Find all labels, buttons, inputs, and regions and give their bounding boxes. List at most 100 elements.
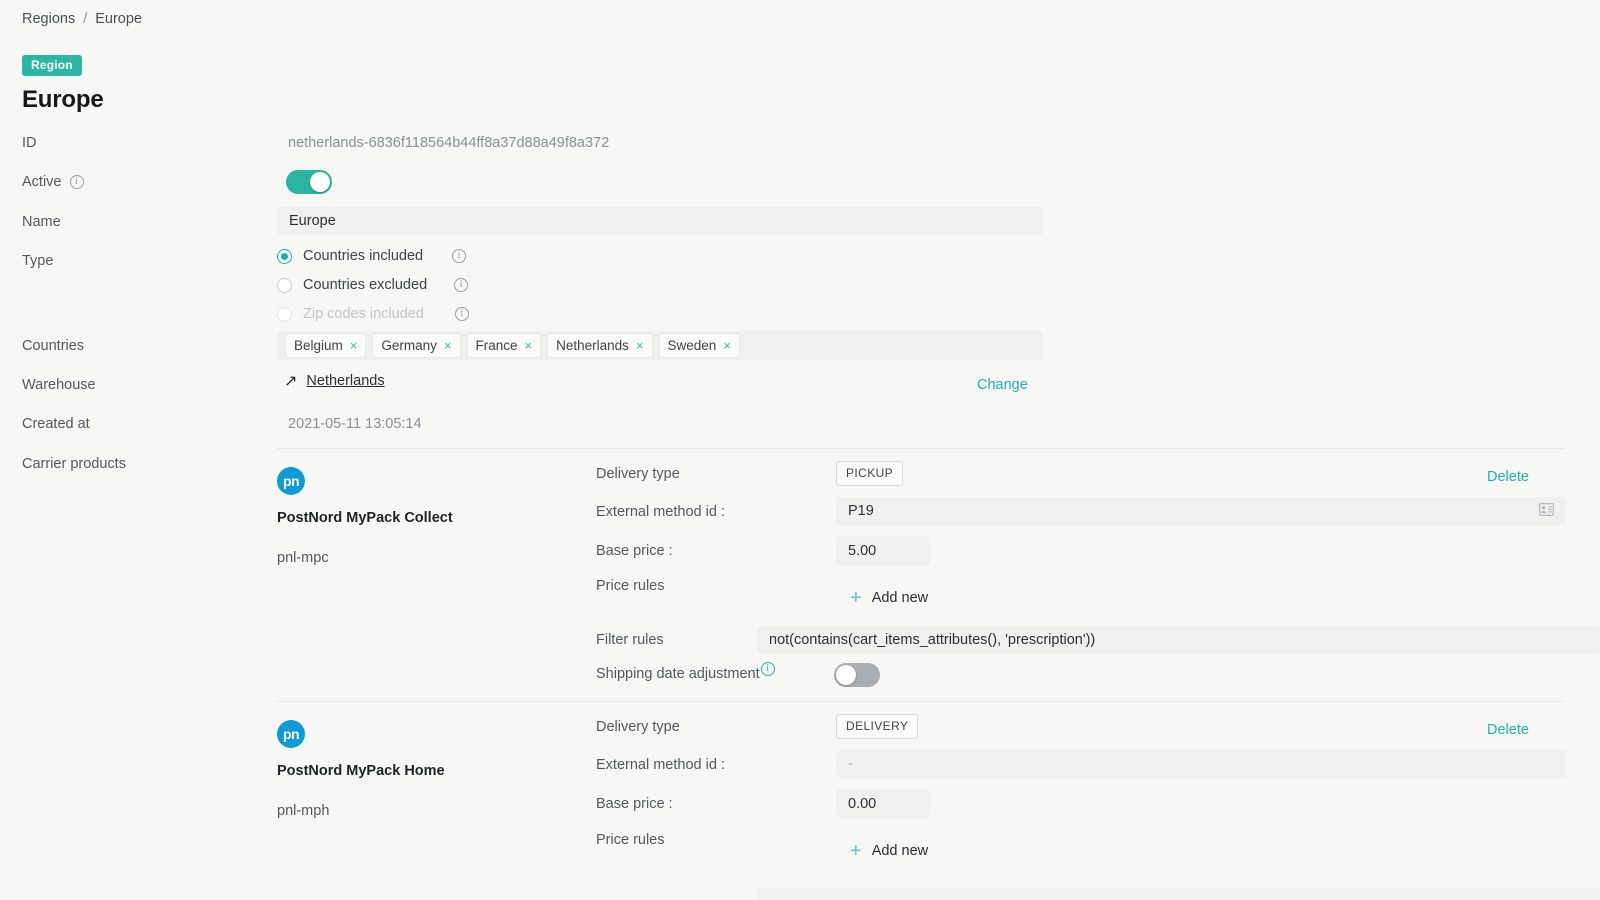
chip-sweden[interactable]: Sweden × xyxy=(659,333,740,358)
label-warehouse: Warehouse xyxy=(22,377,96,393)
info-icon-countries-included[interactable]: i xyxy=(452,249,466,263)
label-base-price-2: Base price : xyxy=(596,796,673,812)
chip-netherlands[interactable]: Netherlands × xyxy=(547,333,652,358)
breadcrumb: Regions / Europe xyxy=(22,11,142,27)
chip-remove-icon-france[interactable]: × xyxy=(525,338,533,353)
label-active-text: Active xyxy=(22,174,62,190)
address-card-icon-1[interactable] xyxy=(1539,503,1554,520)
info-icon-active[interactable]: i xyxy=(70,175,84,189)
label-delivery-type-2: Delivery type xyxy=(596,719,680,735)
radio-label-countries-excluded: Countries excluded xyxy=(303,277,427,293)
name-input[interactable]: Europe xyxy=(277,207,1043,235)
external-link-arrow-icon: ↗ xyxy=(284,371,297,391)
carrier-logo-1: pn xyxy=(277,467,305,495)
value-id: netherlands-6836f118564b44ff8a37d88a49f8… xyxy=(288,135,609,151)
base-price-value-2: 0.00 xyxy=(848,796,876,812)
active-toggle[interactable] xyxy=(286,170,332,199)
label-price-rules-2: Price rules xyxy=(596,832,665,848)
label-carrier-products: Carrier products xyxy=(22,456,126,472)
delete-button-2[interactable]: Delete xyxy=(1487,722,1529,738)
page-title: Europe xyxy=(22,86,103,114)
chip-remove-icon-sweden[interactable]: × xyxy=(723,338,731,353)
warehouse-link[interactable]: ↗ Netherlands xyxy=(284,371,385,391)
add-price-rule-button-2[interactable]: + Add new xyxy=(850,843,928,859)
radio-zip-codes-included: Zip codes included i xyxy=(277,305,469,323)
label-shipping-date-adjustment-1: Shipping date adjustment i xyxy=(596,666,775,682)
plus-icon-2: + xyxy=(850,844,862,858)
radio-label-countries-included: Countries included xyxy=(303,248,423,264)
chip-remove-icon-netherlands[interactable]: × xyxy=(636,338,644,353)
radio-input-zip-codes-included xyxy=(277,307,292,322)
delivery-type-badge-2: DELIVERY xyxy=(836,714,918,739)
add-price-rule-button-1[interactable]: + Add new xyxy=(850,590,928,606)
label-type: Type xyxy=(22,253,53,269)
radio-countries-excluded[interactable]: Countries excluded i xyxy=(277,276,469,294)
radio-countries-included[interactable]: Countries included i xyxy=(277,247,469,265)
card-divider-1 xyxy=(277,448,1565,449)
external-method-id-input-1[interactable]: P19 xyxy=(836,497,1566,525)
filter-rules-input-2[interactable] xyxy=(757,888,1600,900)
region-detail-page: Regions / Europe Region Europe ID nether… xyxy=(0,0,1600,900)
name-input-value: Europe xyxy=(289,213,336,229)
warehouse-change-button[interactable]: Change xyxy=(977,377,1028,393)
label-created-at: Created at xyxy=(22,416,90,432)
type-radio-group: Countries included i Countries excluded … xyxy=(277,247,469,334)
label-active: Active i xyxy=(22,174,84,190)
carrier-name-1: PostNord MyPack Collect xyxy=(277,508,487,529)
external-method-id-value-1: P19 xyxy=(848,503,874,519)
radio-input-countries-excluded[interactable] xyxy=(277,278,292,293)
radio-label-zip-codes-included: Zip codes included xyxy=(303,306,424,322)
chip-belgium[interactable]: Belgium × xyxy=(285,333,366,358)
chip-label-sweden: Sweden xyxy=(668,338,717,353)
external-method-id-input-2[interactable]: - xyxy=(836,750,1566,778)
region-type-badge: Region xyxy=(22,55,82,76)
label-filter-rules-1: Filter rules xyxy=(596,632,664,648)
active-toggle-knob xyxy=(310,172,330,192)
filter-rules-value-1: not(contains(cart_items_attributes(), 'p… xyxy=(769,632,1095,648)
label-base-price-1: Base price : xyxy=(596,543,673,559)
plus-icon-1: + xyxy=(850,591,862,605)
chip-remove-icon-belgium[interactable]: × xyxy=(350,338,358,353)
countries-chips-field[interactable]: Belgium × Germany × France × Netherlands… xyxy=(277,331,1043,360)
base-price-input-2[interactable]: 0.00 xyxy=(836,789,930,818)
label-id: ID xyxy=(22,135,37,151)
label-delivery-type-1: Delivery type xyxy=(596,466,680,482)
chip-label-france: France xyxy=(476,338,518,353)
value-created-at: 2021-05-11 13:05:14 xyxy=(288,416,422,432)
chip-label-germany: Germany xyxy=(381,338,437,353)
shipping-date-adjustment-toggle-1[interactable] xyxy=(834,663,880,692)
carrier-name-2: PostNord MyPack Home xyxy=(277,761,487,782)
chip-germany[interactable]: Germany × xyxy=(372,333,460,358)
info-icon-shipping-date-adjustment-1[interactable]: i xyxy=(761,662,775,676)
carrier-code-2: pnl-mph xyxy=(277,803,329,819)
label-external-method-id-2: External method id : xyxy=(596,757,725,773)
label-countries: Countries xyxy=(22,338,84,354)
card-divider-2 xyxy=(277,701,1565,702)
label-name: Name xyxy=(22,214,61,230)
base-price-input-1[interactable]: 5.00 xyxy=(836,536,930,565)
delivery-type-badge-1: PICKUP xyxy=(836,461,903,486)
label-external-method-id-1: External method id : xyxy=(596,504,725,520)
warehouse-name[interactable]: Netherlands xyxy=(306,373,384,389)
postnord-logo-icon-2: pn xyxy=(277,720,305,748)
carrier-code-1: pnl-mpc xyxy=(277,550,329,566)
info-icon-zip-codes-included[interactable]: i xyxy=(455,307,469,321)
add-new-label-2: Add new xyxy=(872,843,928,859)
breadcrumb-europe[interactable]: Europe xyxy=(95,11,142,27)
chip-label-netherlands: Netherlands xyxy=(556,338,629,353)
chip-label-belgium: Belgium xyxy=(294,338,343,353)
breadcrumb-separator: / xyxy=(83,11,87,27)
chip-france[interactable]: France × xyxy=(467,333,542,358)
postnord-logo-icon-1: pn xyxy=(277,467,305,495)
shipping-date-adjustment-text-1: Shipping date adjustment xyxy=(596,666,760,682)
chip-remove-icon-germany[interactable]: × xyxy=(444,338,452,353)
info-icon-countries-excluded[interactable]: i xyxy=(454,278,468,292)
breadcrumb-regions[interactable]: Regions xyxy=(22,11,75,27)
external-method-id-value-2: - xyxy=(848,756,853,772)
radio-input-countries-included[interactable] xyxy=(277,249,292,264)
filter-rules-input-1[interactable]: not(contains(cart_items_attributes(), 'p… xyxy=(757,626,1600,654)
shipping-date-adjustment-knob-1 xyxy=(836,665,856,685)
delete-button-1[interactable]: Delete xyxy=(1487,469,1529,485)
carrier-logo-2: pn xyxy=(277,720,305,748)
add-new-label-1: Add new xyxy=(872,590,928,606)
